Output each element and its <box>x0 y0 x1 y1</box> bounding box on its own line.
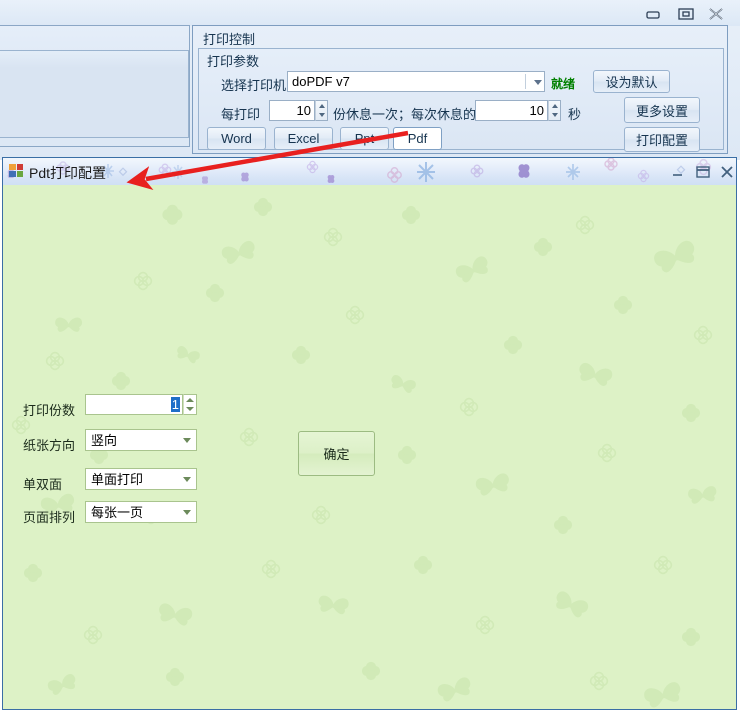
pdt-print-config-dialog: Pdt打印配置 打印份数 1 纸张方向 竖向 单双面 单面打印 页面排列 每张一… <box>2 157 737 710</box>
paper-orientation-value: 竖向 <box>91 433 118 448</box>
spinner-down-icon[interactable] <box>186 407 194 411</box>
every-print-spinner[interactable] <box>315 100 328 121</box>
dialog-titlebar[interactable]: Pdt打印配置 <box>3 158 736 186</box>
excel-button[interactable]: Excel <box>274 127 333 150</box>
every-print-input[interactable]: 10 <box>269 100 315 121</box>
page-layout-combobox[interactable]: 每张一页 <box>85 501 197 523</box>
ppt-button[interactable]: Ppt <box>340 127 389 150</box>
every-print-label: 每打印 <box>221 107 261 122</box>
maximize-icon[interactable] <box>675 6 697 22</box>
dialog-body: 打印份数 1 纸张方向 竖向 单双面 单面打印 页面排列 每张一页 确定 <box>3 185 736 709</box>
page-layout-value: 每张一页 <box>91 505 144 520</box>
print-config-button[interactable]: 打印配置 <box>624 127 700 152</box>
close-icon[interactable] <box>705 6 727 22</box>
spinner-up-icon[interactable] <box>318 104 325 108</box>
print-control-title: 打印控制 <box>203 32 256 47</box>
chevron-down-icon <box>183 438 191 443</box>
second-label: 秒 <box>568 107 582 122</box>
printer-combobox-value: doPDF v7 <box>292 74 350 89</box>
printer-label: 选择打印机 <box>221 78 287 93</box>
main-window-titlebar <box>0 0 740 26</box>
minimize-icon[interactable] <box>669 164 687 180</box>
titlebar-decoration <box>7 158 712 184</box>
copies-spinner[interactable] <box>183 394 197 415</box>
chevron-down-icon <box>183 510 191 515</box>
restore-icon[interactable] <box>642 6 664 22</box>
page-layout-label: 页面排列 <box>23 510 76 525</box>
print-param-groupbox: 打印参数 选择打印机 doPDF v7 就绪 设为默认 每打印 10 份休息一次… <box>198 48 724 152</box>
spinner-down-icon[interactable] <box>318 113 325 117</box>
more-settings-button[interactable]: 更多设置 <box>624 97 700 123</box>
left-empty-panel-inner <box>0 50 189 138</box>
spinner-up-icon[interactable] <box>186 398 194 402</box>
print-param-title: 打印参数 <box>207 54 260 69</box>
spinner-down-icon[interactable] <box>551 113 558 117</box>
chevron-down-icon <box>534 79 542 85</box>
copies-label: 打印份数 <box>23 403 76 418</box>
print-control-groupbox: 打印控制 打印参数 选择打印机 doPDF v7 就绪 设为默认 每打印 10 … <box>192 25 728 154</box>
duplex-value: 单面打印 <box>91 472 144 487</box>
pdf-button[interactable]: Pdf <box>393 127 442 150</box>
rest-time-spinner[interactable] <box>548 100 561 121</box>
main-window: 打印控制 打印参数 选择打印机 doPDF v7 就绪 设为默认 每打印 10 … <box>0 0 740 160</box>
copies-input[interactable]: 1 <box>85 394 183 415</box>
application-icon <box>9 164 24 178</box>
word-button[interactable]: Word <box>207 127 266 150</box>
dialog-title: Pdt打印配置 <box>29 165 107 181</box>
close-icon[interactable] <box>718 164 736 180</box>
left-empty-panel <box>0 25 190 147</box>
duplex-label: 单双面 <box>23 477 63 492</box>
set-default-button[interactable]: 设为默认 <box>593 70 670 93</box>
duplex-combobox[interactable]: 单面打印 <box>85 468 197 490</box>
paper-orientation-label: 纸张方向 <box>23 438 76 453</box>
printer-status-badge: 就绪 <box>551 77 576 91</box>
chevron-down-icon <box>183 477 191 482</box>
paper-orientation-combobox[interactable]: 竖向 <box>85 429 197 451</box>
confirm-button[interactable]: 确定 <box>298 431 375 476</box>
printer-combobox-separator <box>525 74 526 89</box>
spinner-up-icon[interactable] <box>551 104 558 108</box>
rest-time-input[interactable]: 10 <box>475 100 548 121</box>
copies-input-value: 1 <box>170 397 180 412</box>
maximize-icon[interactable] <box>694 164 712 180</box>
printer-combobox[interactable]: doPDF v7 <box>287 71 545 92</box>
